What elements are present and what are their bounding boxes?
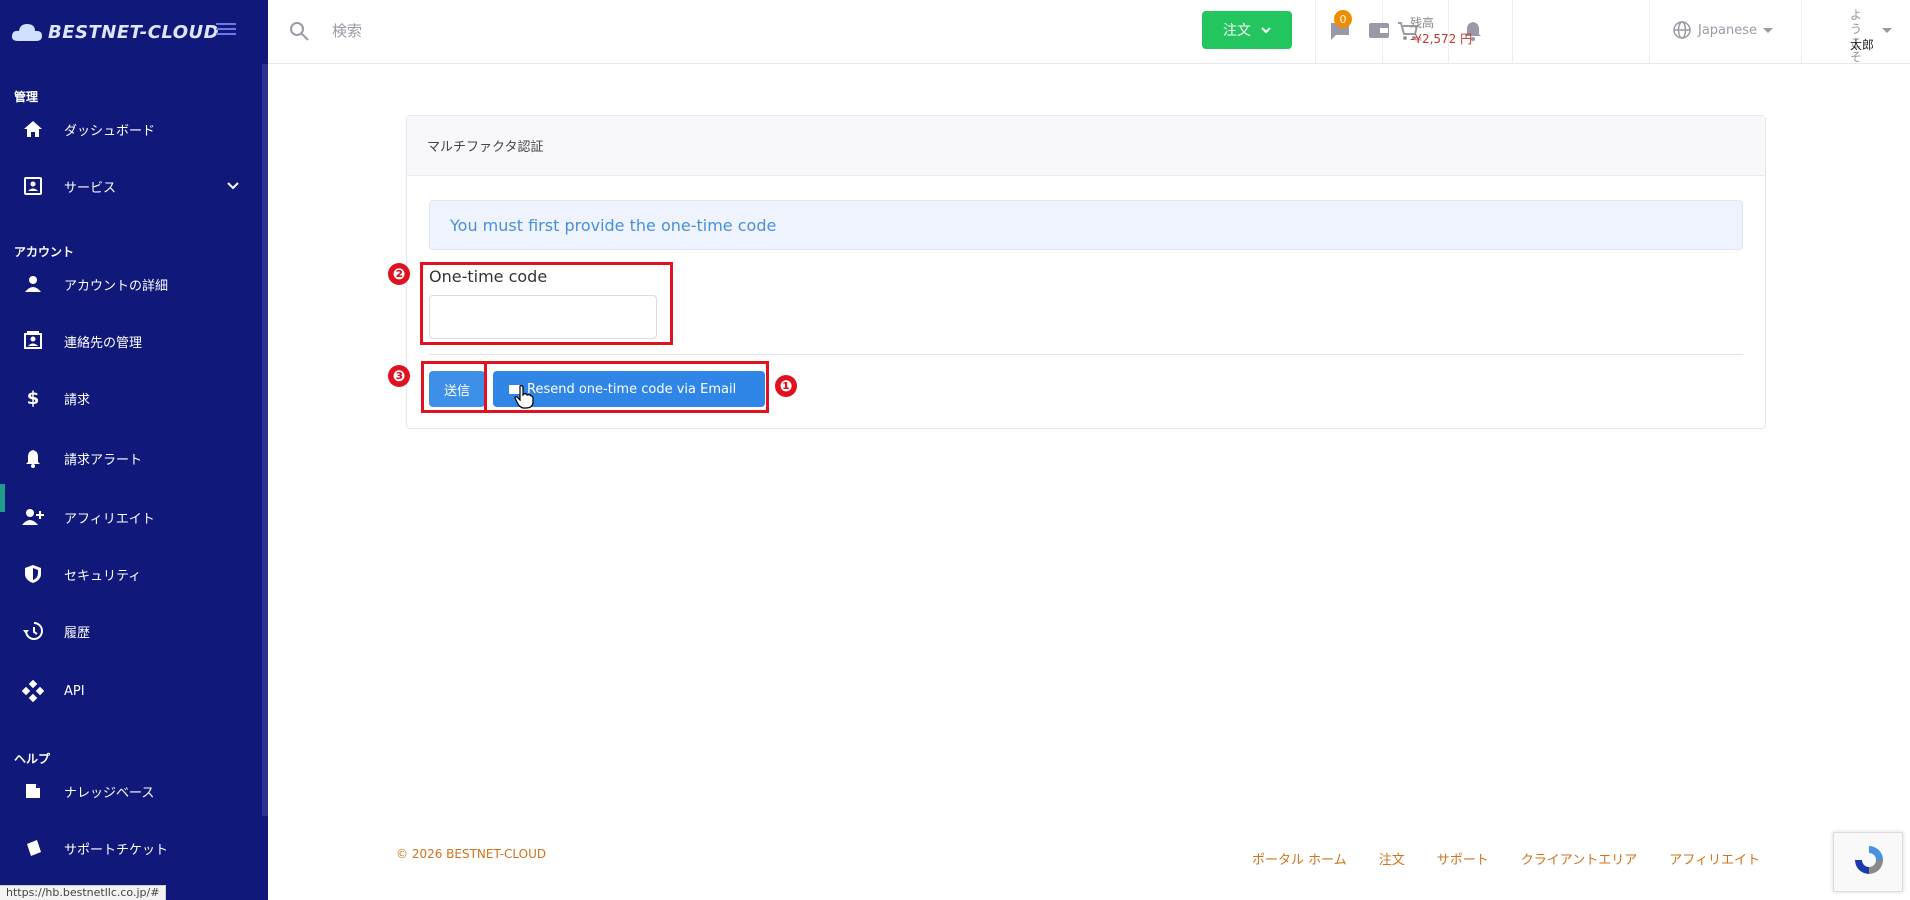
sidebar-item-label: API <box>64 683 85 699</box>
annotation-number-3: ❸ <box>388 365 410 387</box>
sidebar-item-contacts[interactable]: 連絡先の管理 <box>0 321 262 361</box>
topbar: 注文 0 残高 -¥2,572 円 Japanese ようこそ 太郎 <box>268 0 1910 64</box>
sidebar-item-api[interactable]: API <box>0 671 262 711</box>
card-title: マルチファクタ認証 <box>407 116 1765 176</box>
service-icon <box>22 175 44 197</box>
footer-link-portal-home[interactable]: ポータル ホーム <box>1252 849 1347 868</box>
user-menu[interactable]: ようこそ 太郎 <box>1832 8 1892 64</box>
sidebar-item-dashboard[interactable]: ダッシュボード <box>0 109 262 149</box>
annotation-box-2 <box>420 262 673 345</box>
sidebar-item-affiliate[interactable]: アフィリエイト <box>0 497 262 537</box>
divider <box>1315 0 1316 64</box>
hand-cursor-icon <box>514 385 534 409</box>
balance-value: -¥2,572 円 <box>1410 32 1473 46</box>
sidebar-item-label: 履歴 <box>64 625 91 641</box>
person-add-icon <box>22 506 44 528</box>
recaptcha-badge[interactable] <box>1833 832 1903 892</box>
history-icon <box>22 620 44 642</box>
annotation-number-2: ❷ <box>388 263 410 285</box>
footer-nav: ポータル ホーム 注文 サポート クライアントエリア アフィリエイト <box>1252 849 1760 868</box>
balance-widget[interactable]: 残高 -¥2,572 円 <box>1368 12 1518 52</box>
sidebar-item-billing[interactable]: $ 請求 <box>0 378 262 418</box>
messages-count-badge: 0 <box>1334 10 1352 28</box>
home-icon <box>22 118 44 140</box>
order-dropdown-button[interactable]: 注文 <box>1202 11 1292 49</box>
copyright: © 2026 BESTNET-CLOUD <box>396 847 547 861</box>
sidebar-item-label: セキュリティ <box>64 568 142 584</box>
dollar-icon: $ <box>26 387 40 409</box>
language-label: Japanese <box>1698 22 1758 38</box>
brand-logo[interactable]: BESTNET-CLOUD <box>10 18 219 46</box>
person-icon <box>22 273 44 295</box>
footer-link-affiliate[interactable]: アフィリエイト <box>1669 849 1760 868</box>
footer-link-order[interactable]: 注文 <box>1379 849 1405 868</box>
divider <box>1801 0 1802 64</box>
globe-icon <box>1673 21 1691 39</box>
sidebar-item-label: ダッシュボード <box>64 123 156 139</box>
footer-link-client-area[interactable]: クライアントエリア <box>1521 849 1637 868</box>
language-selector[interactable]: Japanese <box>1672 18 1774 42</box>
balance-label: 残高 <box>1410 16 1435 30</box>
section-label-manage: 管理 <box>14 90 39 104</box>
section-label-help: ヘルプ <box>14 752 51 766</box>
chevron-down-icon[interactable] <box>226 179 240 193</box>
sidebar-item-label: アフィリエイト <box>64 511 155 527</box>
sidebar-item-services[interactable]: サービス <box>0 166 262 206</box>
sidebar-item-label: 請求アラート <box>64 452 143 468</box>
info-alert: You must first provide the one-time code <box>429 200 1743 250</box>
sidebar: BESTNET-CLOUD 管理 ダッシュボード サービス アカウント アカウン… <box>0 0 268 900</box>
annotation-box-3 <box>421 361 487 413</box>
recaptcha-icon <box>1855 846 1883 874</box>
sidebar-item-support-tickets[interactable]: サポートチケット <box>0 828 262 868</box>
sidebar-item-label: アカウントの詳細 <box>64 278 169 294</box>
sidebar-item-knowledgebase[interactable]: ナレッジベース <box>0 771 262 811</box>
sidebar-item-security[interactable]: セキュリティ <box>0 554 262 594</box>
search-input[interactable] <box>332 18 652 44</box>
section-label-account: アカウント <box>14 245 75 259</box>
brand-name: BESTNET-CLOUD <box>48 21 220 43</box>
chevron-down-icon <box>1261 27 1271 34</box>
annotation-number-1: ❶ <box>775 375 797 397</box>
ticket-icon <box>22 837 44 859</box>
divider <box>1649 0 1650 64</box>
shield-icon <box>22 563 44 585</box>
sidebar-scrollbar[interactable] <box>262 64 268 816</box>
cloud-logo-icon <box>11 24 42 41</box>
sidebar-item-history[interactable]: 履歴 <box>0 611 262 651</box>
status-bar-url: https://hb.bestnetllc.co.jp/# <box>0 885 167 900</box>
book-icon <box>22 780 44 802</box>
bell-alert-icon <box>22 447 44 469</box>
order-button-label: 注文 <box>1223 22 1251 38</box>
sidebar-item-label: 請求 <box>64 392 91 408</box>
sidebar-item-label: ナレッジベース <box>64 785 155 801</box>
contacts-icon <box>22 330 44 352</box>
sidebar-item-label: サービス <box>64 180 117 196</box>
sidebar-edge-tab[interactable] <box>0 484 5 512</box>
sidebar-item-label: 連絡先の管理 <box>64 335 143 351</box>
footer-link-support[interactable]: サポート <box>1437 849 1489 868</box>
api-icon <box>22 680 44 702</box>
sidebar-item-account-details[interactable]: アカウントの詳細 <box>0 264 262 304</box>
sidebar-item-billing-alerts[interactable]: 請求アラート <box>0 438 262 478</box>
search-icon[interactable] <box>288 20 310 42</box>
user-name: 太郎 <box>1850 38 1875 52</box>
caret-down-icon <box>1882 28 1892 33</box>
menu-toggle-icon[interactable] <box>216 20 236 40</box>
divider <box>429 354 1743 355</box>
sidebar-item-label: サポートチケット <box>64 842 169 858</box>
wallet-icon <box>1369 23 1389 38</box>
caret-down-icon <box>1763 27 1774 33</box>
